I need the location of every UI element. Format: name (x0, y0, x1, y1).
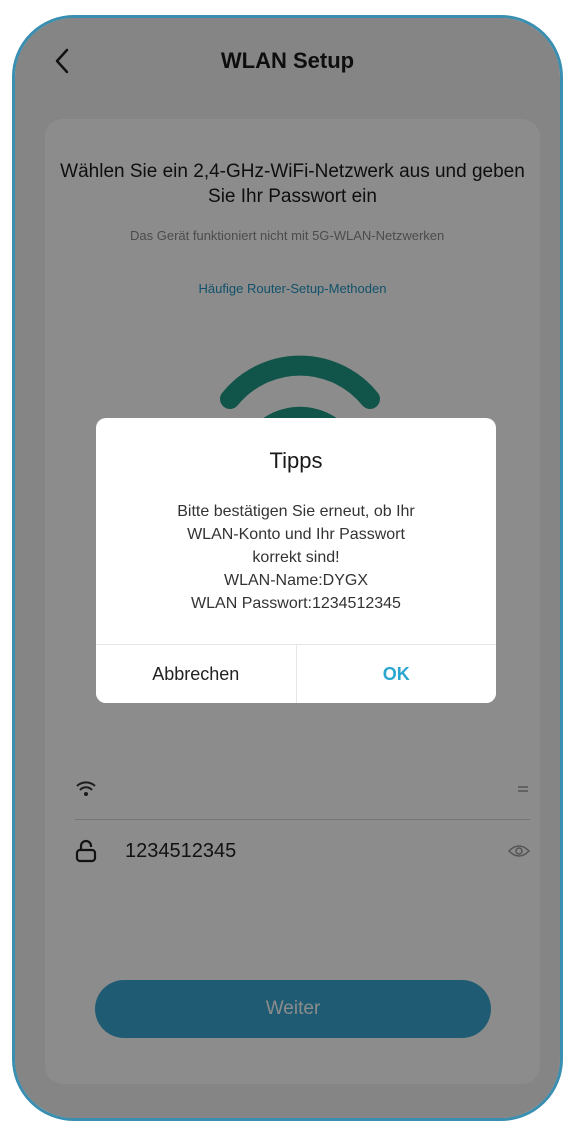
dialog-message: Bitte bestätigen Sie erneut, ob Ihr WLAN… (126, 500, 466, 615)
phone-frame: WLAN Setup Wählen Sie ein 2,4-GHz-WiFi-N… (12, 15, 563, 1121)
dialog-wlan-password: WLAN Passwort:1234512345 (191, 595, 401, 612)
dialog-wlan-name: WLAN-Name:DYGX (223, 572, 369, 589)
dialog-buttons: Abbrechen OK (96, 644, 496, 703)
dialog-title: Tipps (269, 448, 323, 473)
dialog-line: WLAN-Konto und Ihr Passwort (187, 526, 405, 543)
ok-button[interactable]: OK (296, 645, 496, 703)
cancel-button[interactable]: Abbrechen (96, 645, 297, 703)
dialog-line: Bitte bestätigen Sie erneut, ob Ihr (177, 503, 415, 520)
tips-dialog: Tipps Bitte bestätigen Sie erneut, ob Ih… (96, 418, 496, 703)
dialog-line: korrekt sind! (252, 549, 340, 566)
